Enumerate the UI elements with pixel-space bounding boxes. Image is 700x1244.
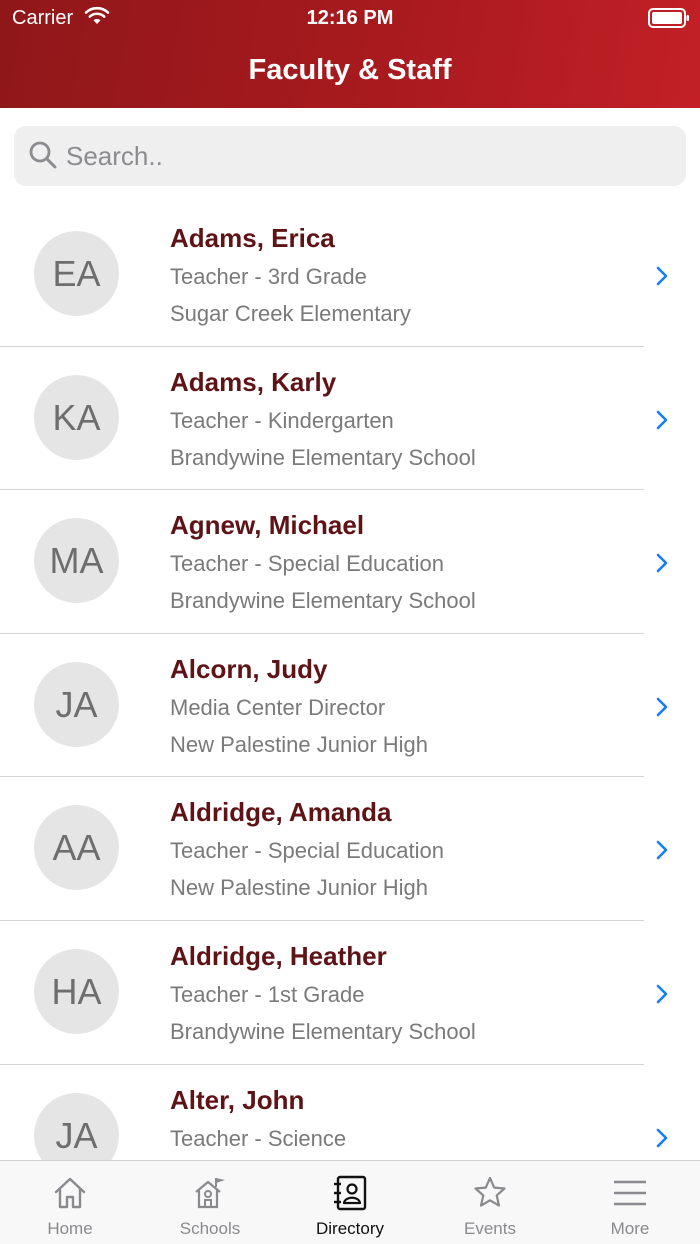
- staff-role: Teacher - 3rd Grade: [170, 264, 367, 289]
- tab-more-label: More: [610, 1219, 650, 1238]
- avatar: HA: [34, 949, 119, 1034]
- search-bar[interactable]: [14, 126, 686, 186]
- tab-directory-label: Directory: [315, 1219, 384, 1238]
- avatar: JA: [34, 661, 119, 747]
- staff-school: Brandywine Elementary School: [170, 444, 476, 470]
- chevron-right-icon: [654, 983, 670, 1010]
- tab-directory[interactable]: Directory: [280, 1161, 420, 1244]
- chevron-right-icon: [654, 409, 670, 436]
- chevron-right-icon: [654, 839, 670, 866]
- status-time: 12:16 PM: [306, 7, 394, 29]
- staff-role: Teacher - Science: [170, 1125, 347, 1151]
- staff-role: Teacher - 1st Grade: [170, 982, 365, 1007]
- avatar: MA: [34, 518, 119, 604]
- staff-school: New Palestine Junior High: [170, 731, 429, 757]
- staff-row[interactable]: JA Alcorn, Judy Media Center Director New P…: [0, 634, 700, 778]
- staff-school: New Palestine Junior High: [170, 875, 429, 901]
- nav-header: Carrier 12:16 PM Faculty & Staff: [0, 0, 700, 108]
- tab-bar: Home Schools Directory Events More: [0, 1160, 700, 1244]
- search-icon: [28, 140, 58, 175]
- status-bar: Carrier 12:16 PM: [0, 0, 700, 36]
- tab-more[interactable]: More: [560, 1161, 700, 1244]
- chevron-right-icon: [654, 552, 670, 579]
- staff-name: Alter, John: [170, 1084, 305, 1115]
- search-input[interactable]: [66, 134, 666, 178]
- staff-role: Media Center Director: [170, 694, 386, 720]
- battery-icon: [648, 8, 690, 33]
- staff-role: Teacher - Special Education: [170, 551, 444, 577]
- staff-school: Brandywine Elementary School: [170, 588, 476, 614]
- tab-home-label: Home: [47, 1219, 93, 1238]
- tab-schools-label: Schools: [179, 1219, 241, 1238]
- star-icon: [474, 1176, 506, 1207]
- avatar: AA: [34, 805, 119, 891]
- staff-row[interactable]: EA Adams, Erica Teacher - 3rd Grade Sugar C…: [0, 203, 700, 347]
- staff-name: Aldridge, Heather: [170, 941, 387, 971]
- staff-school: Brandywine Elementary School: [170, 1019, 476, 1044]
- staff-name: Aldridge, Amanda: [170, 797, 392, 828]
- avatar: KA: [34, 374, 119, 460]
- staff-role: Teacher - Special Education: [170, 838, 444, 864]
- tab-schools[interactable]: Schools: [140, 1161, 280, 1244]
- staff-row[interactable]: AA Aldridge, Amanda Teacher - Special Educ…: [0, 777, 700, 921]
- staff-name: Alcorn, Judy: [170, 653, 328, 684]
- staff-row[interactable]: JA Alter, John Teacher - Science: [0, 1065, 700, 1160]
- tab-events-label: Events: [464, 1219, 516, 1238]
- staff-school: Sugar Creek Elementary: [170, 301, 411, 326]
- directory-icon: [334, 1175, 367, 1211]
- staff-row[interactable]: HA Aldridge, Heather Teacher - 1st Grade Br…: [0, 921, 700, 1065]
- page-title: Faculty & Staff: [248, 54, 452, 86]
- staff-role: Teacher - Kindergarten: [170, 407, 394, 433]
- home-icon: [54, 1177, 86, 1209]
- chevron-right-icon: [654, 696, 670, 723]
- chevron-right-icon: [654, 1127, 670, 1154]
- staff-name: Adams, Erica: [170, 223, 335, 253]
- chevron-right-icon: [654, 265, 670, 292]
- staff-name: Agnew, Michael: [170, 510, 365, 541]
- staff-name: Adams, Karly: [170, 366, 337, 397]
- staff-row[interactable]: KA Adams, Karly Teacher - Kindergarten Bran…: [0, 347, 700, 491]
- tab-events[interactable]: Events: [420, 1161, 560, 1244]
- staff-list: EA Adams, Erica Teacher - 3rd Grade Sugar C…: [0, 203, 700, 1160]
- school-icon: [195, 1178, 225, 1209]
- staff-row[interactable]: MA Agnew, Michael Teacher - Special Educat…: [0, 490, 700, 634]
- tab-home[interactable]: Home: [0, 1161, 140, 1244]
- menu-icon: [614, 1180, 646, 1206]
- avatar: JA: [34, 1092, 119, 1160]
- avatar: EA: [34, 231, 119, 316]
